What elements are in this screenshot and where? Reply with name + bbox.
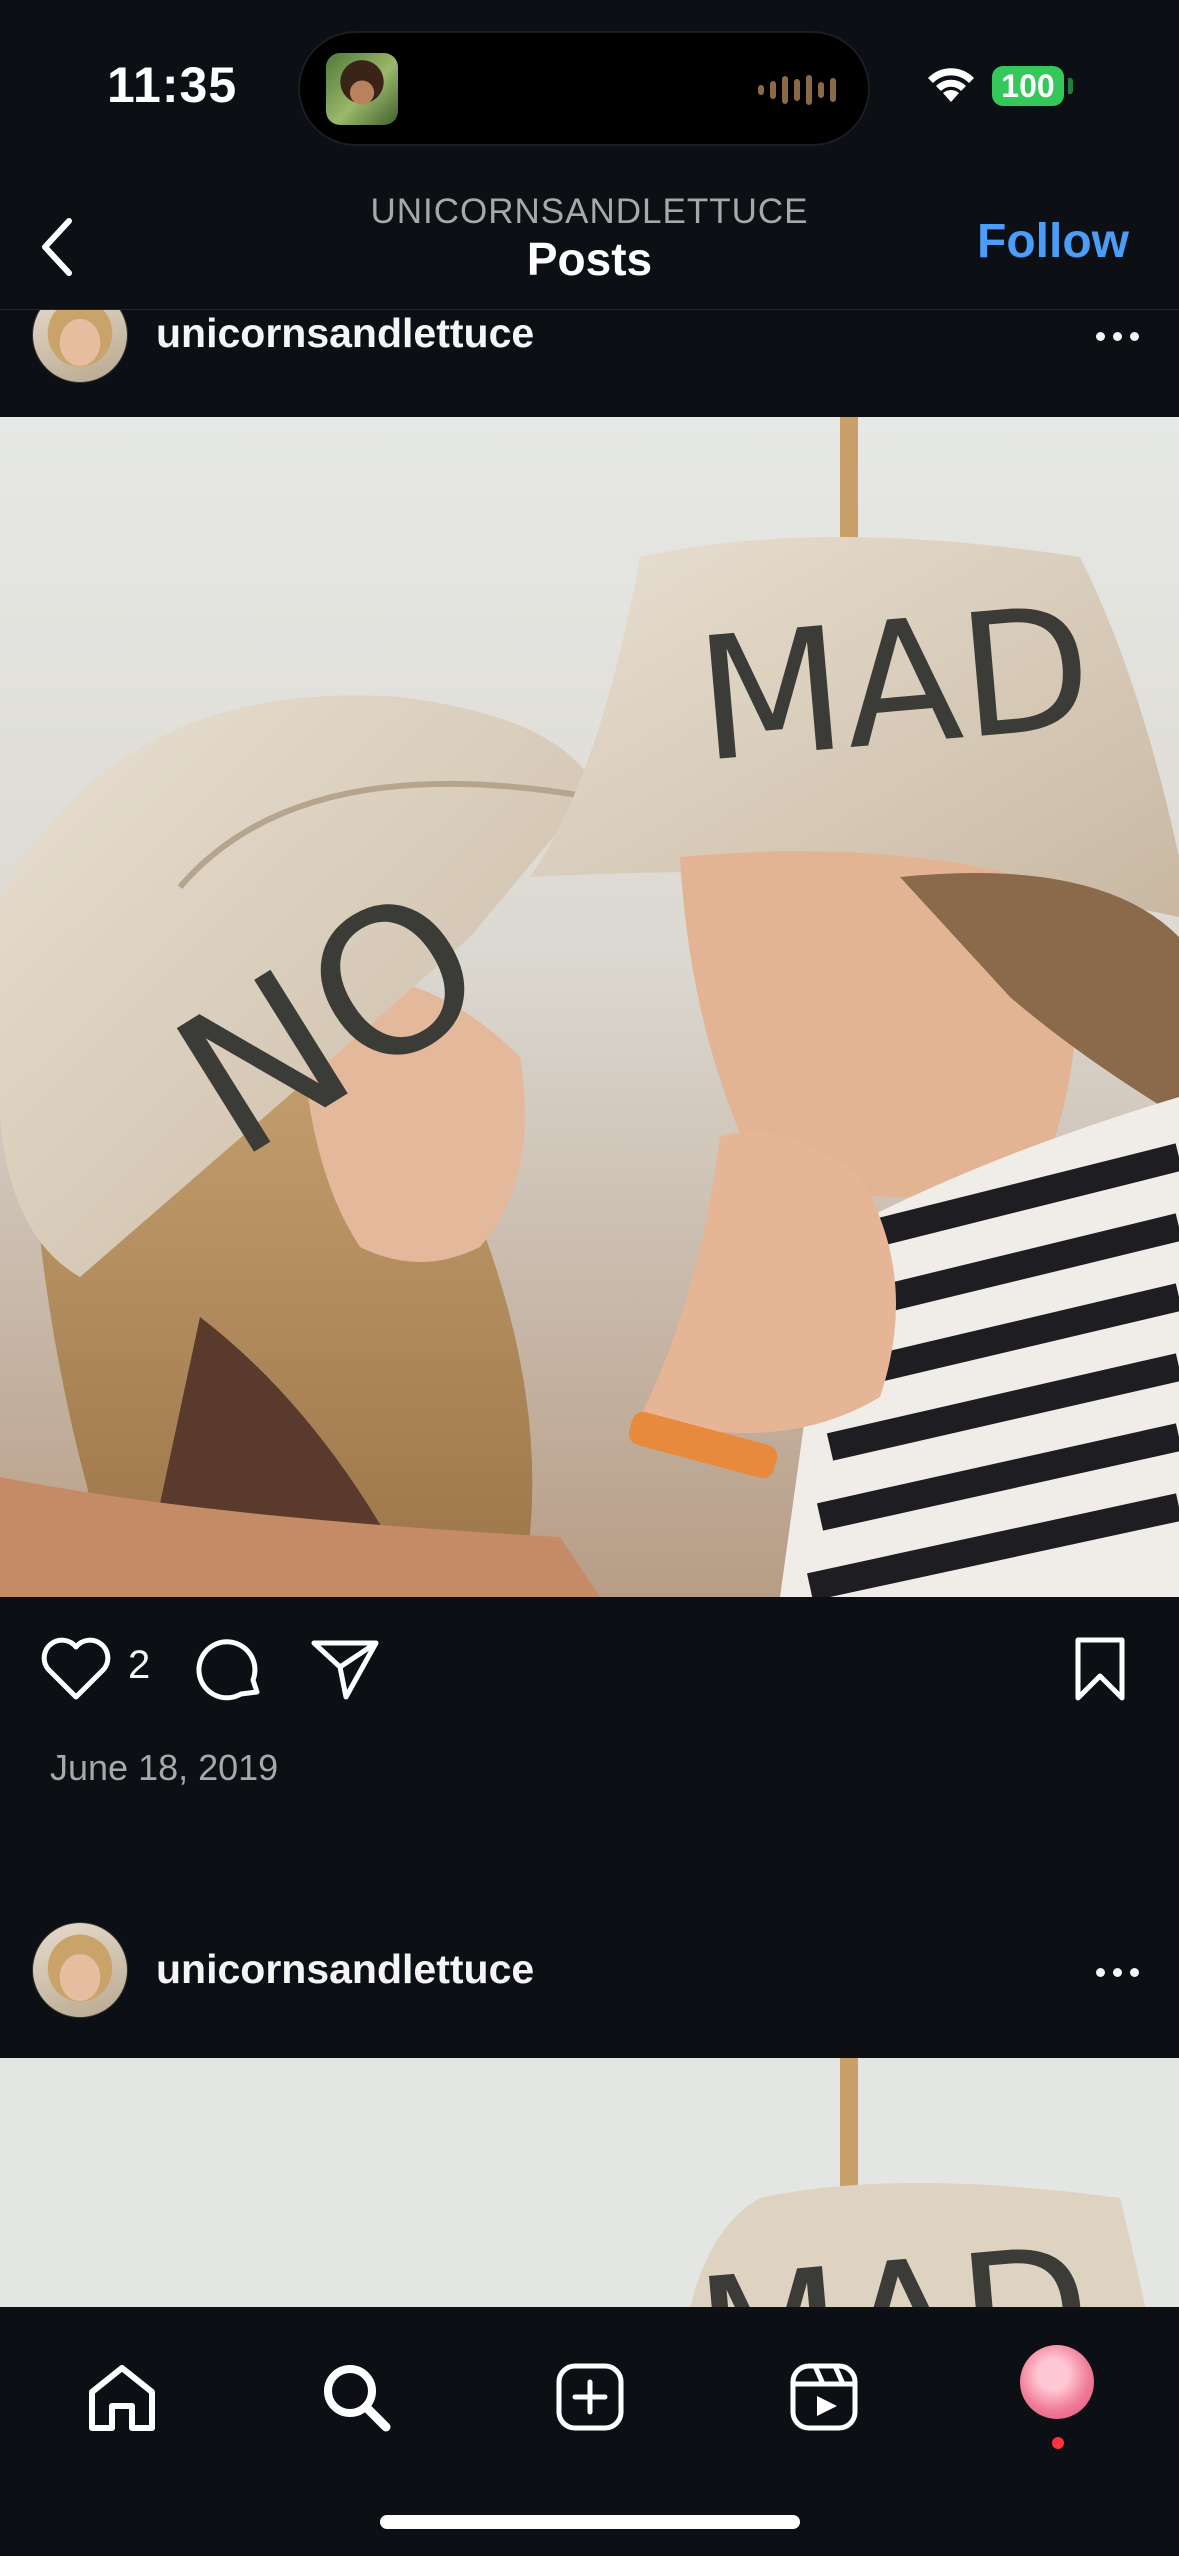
- top-nav-bar: UNICORNSANDLETTUCE Posts Follow: [0, 180, 1179, 310]
- more-options-button[interactable]: [1096, 1968, 1139, 1977]
- hat-text-right: MAD: [690, 569, 1100, 801]
- tab-create[interactable]: [540, 2347, 640, 2447]
- tab-home[interactable]: [72, 2347, 172, 2447]
- search-icon: [324, 2365, 391, 2432]
- more-dot: [1113, 332, 1122, 341]
- avatar[interactable]: [32, 310, 128, 383]
- post-feed[interactable]: unicornsandlettuce NO MAD 2 June 18, 201…: [0, 310, 1179, 2307]
- more-dot: [1130, 1968, 1139, 1977]
- comment-icon: [196, 1639, 260, 1701]
- post-actions: 2: [0, 1597, 1179, 1747]
- status-time: 11:35: [107, 57, 238, 113]
- photo-illustration: NO MAD: [0, 417, 1179, 1597]
- more-dot: [1096, 332, 1105, 341]
- follow-button[interactable]: Follow: [977, 214, 1129, 269]
- status-bar: 11:35 100: [0, 0, 1179, 180]
- tab-reels[interactable]: [774, 2347, 874, 2447]
- comment-button[interactable]: [190, 1629, 270, 1709]
- post-username[interactable]: unicornsandlettuce: [156, 1946, 534, 1993]
- post-photo[interactable]: MAD: [0, 2058, 1179, 2307]
- bookmark-icon: [1075, 1637, 1125, 1701]
- notification-dot: [1052, 2437, 1064, 2449]
- tab-search[interactable]: [306, 2347, 406, 2447]
- post-photo[interactable]: NO MAD: [0, 417, 1179, 1597]
- home-icon: [89, 2365, 155, 2431]
- now-playing-icon: [758, 73, 836, 107]
- now-playing-artwork: [326, 53, 398, 125]
- battery-nub: [1068, 78, 1073, 94]
- post-header: unicornsandlettuce: [0, 1922, 1179, 2032]
- share-button[interactable]: [305, 1629, 385, 1709]
- save-button[interactable]: [1060, 1629, 1140, 1709]
- reels-icon: [790, 2363, 858, 2431]
- dynamic-island[interactable]: [298, 31, 870, 146]
- avatar[interactable]: [32, 1922, 128, 2018]
- home-indicator[interactable]: [380, 2515, 800, 2529]
- post-header: unicornsandlettuce: [0, 310, 1179, 390]
- post-date: June 18, 2019: [50, 1747, 279, 1788]
- more-dot: [1096, 1968, 1105, 1977]
- more-dot: [1113, 1968, 1122, 1977]
- heart-icon: [41, 1637, 111, 1700]
- send-icon: [311, 1640, 379, 1700]
- like-button[interactable]: [36, 1629, 116, 1709]
- profile-avatar[interactable]: [1020, 2345, 1094, 2419]
- battery-icon: 100: [992, 66, 1064, 106]
- more-dot: [1130, 332, 1139, 341]
- photo-illustration: MAD: [0, 2058, 1179, 2307]
- like-count[interactable]: 2: [128, 1643, 150, 1688]
- create-icon: [556, 2363, 624, 2431]
- post-username[interactable]: unicornsandlettuce: [156, 310, 534, 357]
- more-options-button[interactable]: [1096, 332, 1139, 341]
- wifi-icon: [928, 68, 974, 102]
